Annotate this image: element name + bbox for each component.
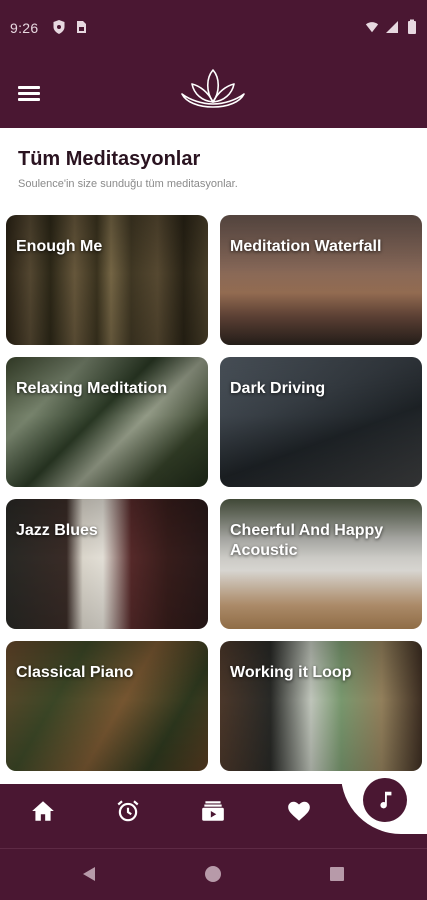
- lotus-logo-icon: [181, 69, 245, 108]
- alarm-clock-icon: [117, 800, 139, 822]
- battery-icon: [408, 19, 416, 34]
- music-note-icon: [380, 791, 392, 809]
- nav-alarm[interactable]: [115, 798, 143, 826]
- meditation-card[interactable]: Cheerful And Happy Acoustic: [220, 499, 422, 629]
- meditation-card[interactable]: Working it Loop: [220, 641, 422, 771]
- playlist-icon: [202, 801, 224, 821]
- music-player-button[interactable]: [363, 778, 407, 822]
- card-title: Relaxing Meditation: [16, 380, 168, 397]
- meditation-card[interactable]: Enough Me: [6, 215, 208, 345]
- meditation-card[interactable]: Classical Piano: [6, 641, 208, 771]
- card-title: Jazz Blues: [16, 522, 98, 539]
- heart-icon: [288, 801, 310, 821]
- status-time: 9:26: [10, 20, 39, 36]
- nav-favorites[interactable]: [286, 798, 314, 826]
- page-subtitle: Soulence'in size sunduğu tüm meditasyonl…: [18, 178, 238, 190]
- system-nav-bar: [0, 848, 427, 900]
- card-title: Meditation Waterfall: [230, 238, 382, 255]
- card-title: Cheerful And Happy Acoustic: [230, 522, 384, 559]
- card-title: Dark Driving: [230, 380, 326, 397]
- card-title: Classical Piano: [16, 664, 134, 681]
- app-bar: [0, 56, 427, 128]
- main-content: Tüm Meditasyonlar Soulence'in size sundu…: [0, 128, 427, 788]
- nav-home[interactable]: [30, 798, 58, 826]
- home-icon: [32, 801, 54, 821]
- nav-playlist[interactable]: [200, 798, 228, 826]
- meditation-card[interactable]: Meditation Waterfall: [220, 215, 422, 345]
- meditation-card[interactable]: Relaxing Meditation: [6, 357, 208, 487]
- menu-button[interactable]: [18, 86, 42, 106]
- shield-icon: [53, 20, 65, 34]
- sim-card-icon: [77, 21, 86, 33]
- status-bar: 9:26: [0, 0, 427, 56]
- wifi-icon: [365, 22, 379, 33]
- menu-icon: [18, 86, 40, 89]
- card-title: Enough Me: [16, 238, 103, 255]
- meditation-card[interactable]: Dark Driving: [220, 357, 422, 487]
- signal-icon: [386, 21, 398, 33]
- back-icon[interactable]: [80, 865, 98, 883]
- meditation-card[interactable]: Jazz Blues: [6, 499, 208, 629]
- recents-icon[interactable]: [328, 865, 346, 883]
- page-title: Tüm Meditasyonlar: [18, 148, 201, 170]
- home-circle-icon[interactable]: [204, 865, 222, 883]
- card-title: Working it Loop: [230, 664, 352, 681]
